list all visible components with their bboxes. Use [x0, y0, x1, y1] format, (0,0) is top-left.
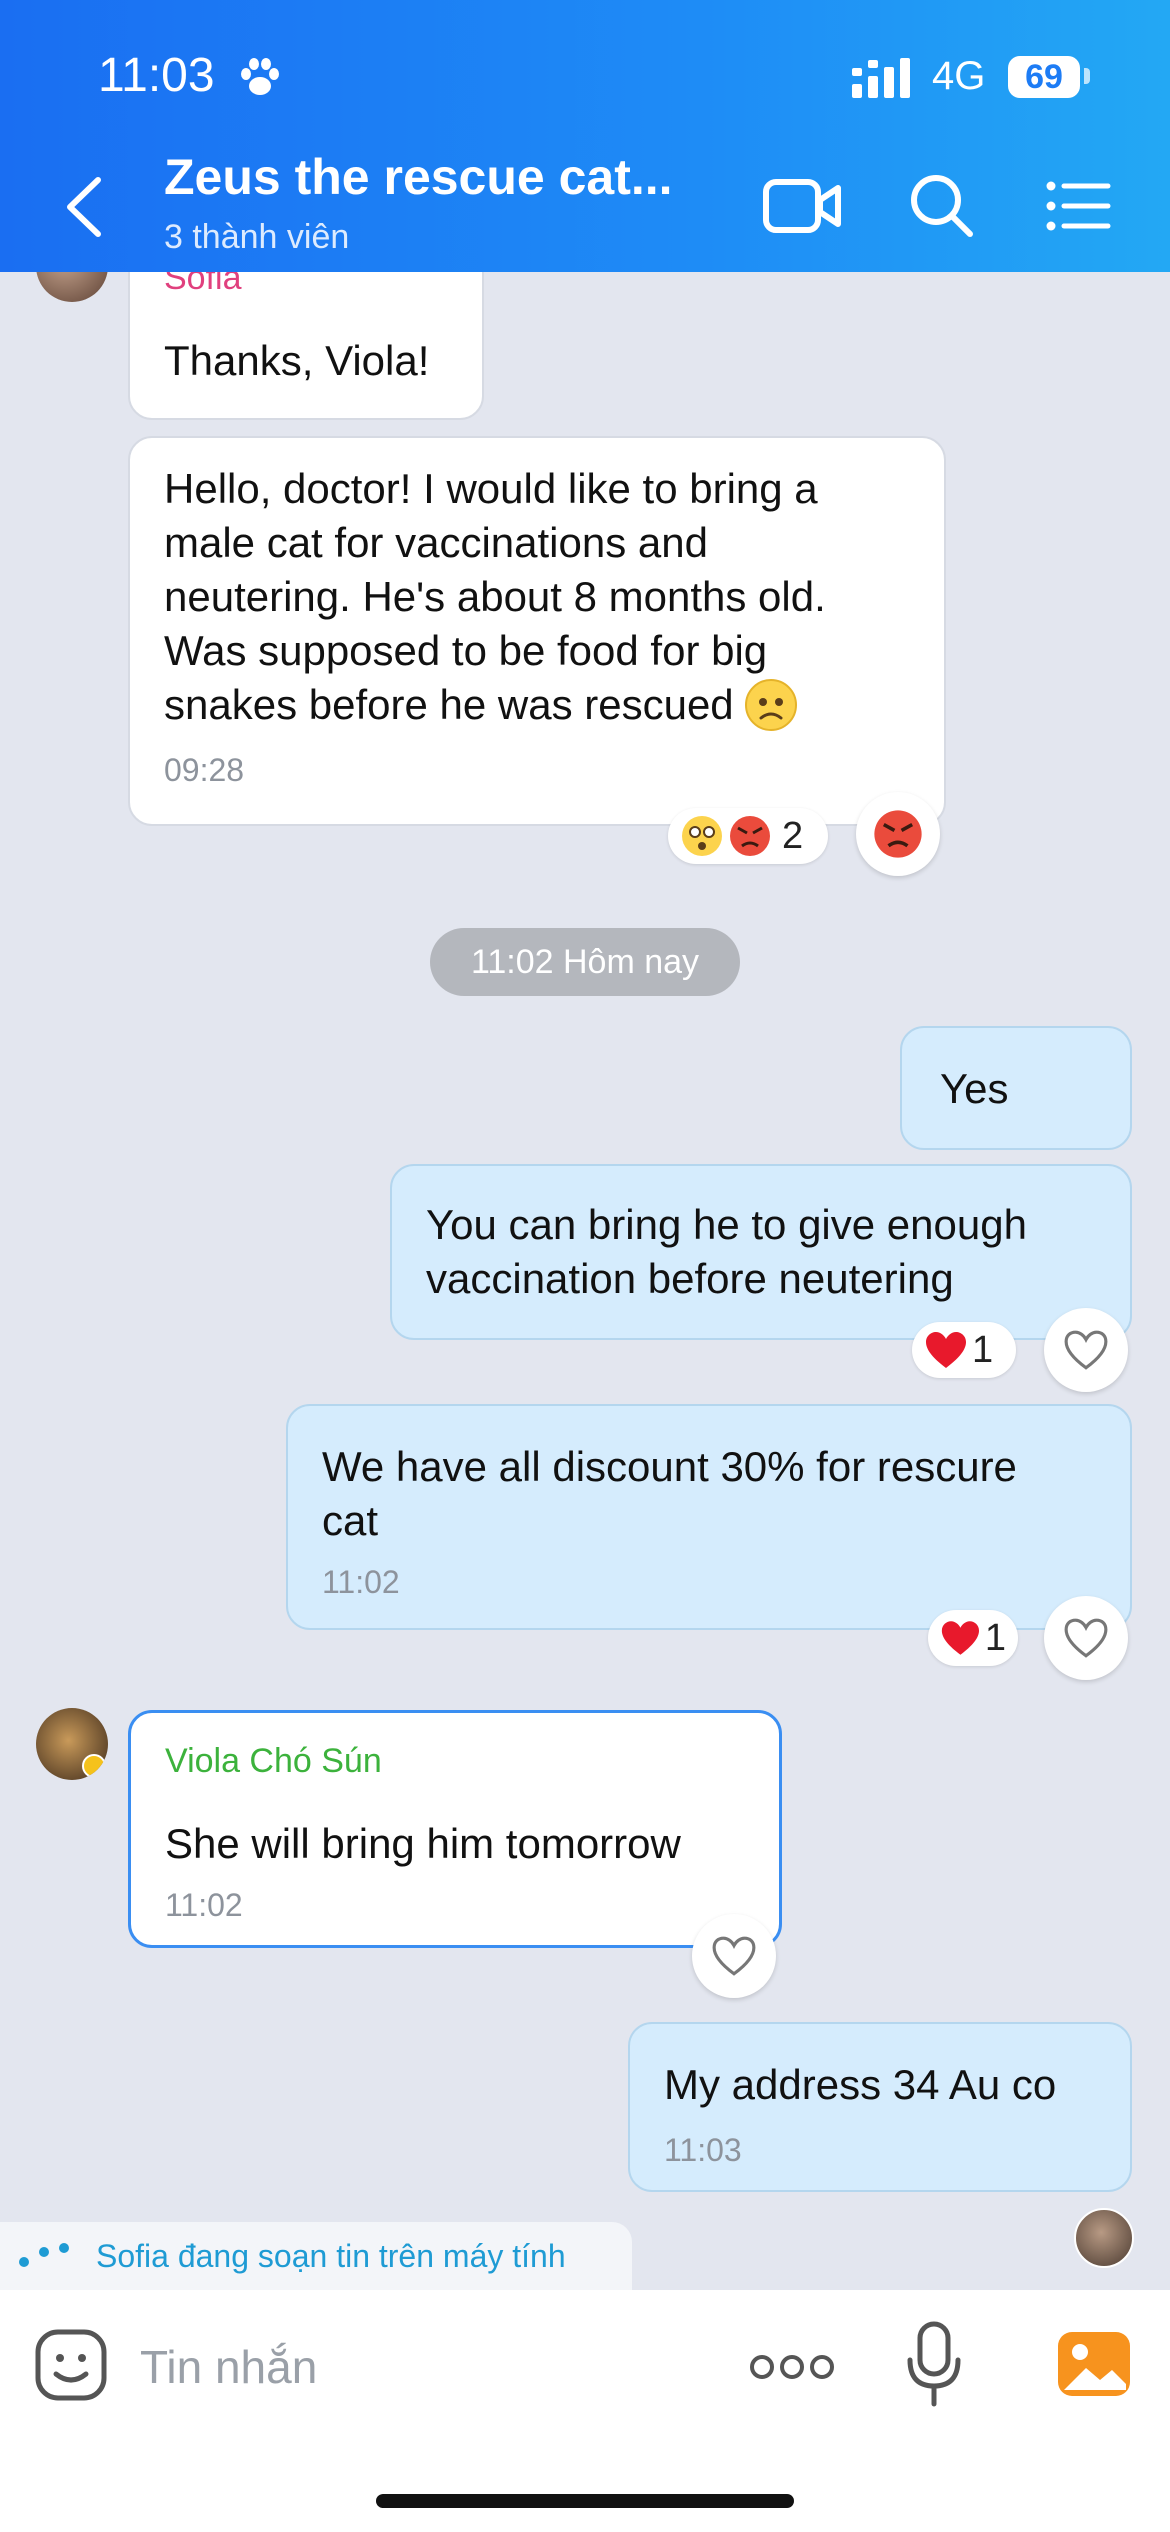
message-bubble-outgoing[interactable]: You can bring he to give enough vaccinat…: [390, 1164, 1132, 1340]
message-line-with-emoji: snakes before he was rescued: [164, 678, 910, 732]
sender-name: Viola Chó Sún: [165, 1742, 382, 1780]
message-time: 09:28: [164, 752, 245, 788]
avatar-viola[interactable]: [36, 1708, 108, 1780]
message-text: She will bring him tomorrow: [165, 1820, 681, 1867]
message-text: Yes: [940, 1065, 1009, 1112]
member-count[interactable]: 3 thành viên: [164, 218, 349, 257]
heart-outline-icon: [1064, 1618, 1108, 1658]
message-time: 11:02: [165, 1887, 243, 1923]
message-bubble-long[interactable]: Hello, doctor! I would like to bring a m…: [128, 436, 946, 826]
paw-icon: [241, 58, 279, 95]
seen-avatar: [1074, 2208, 1134, 2268]
message-bubble-outgoing[interactable]: My address 34 Au co 11:03: [628, 2022, 1132, 2192]
message-line: Hello, doctor! I would like to bring a: [164, 465, 818, 512]
message-line: You can bring he to give enough: [426, 1201, 1027, 1248]
angry-face-emoji-icon: [730, 816, 770, 856]
message-text: My address 34 Au co: [664, 2061, 1057, 2108]
date-separator: 11:02 Hôm nay: [430, 928, 740, 996]
like-button[interactable]: [1044, 1596, 1128, 1680]
message-input[interactable]: [140, 2332, 580, 2402]
more-options-icon[interactable]: [750, 2352, 834, 2382]
worried-face-emoji-icon: [744, 679, 797, 731]
chat-header: 11:03 4G 69 Zeus the rescue cat... 3 thà…: [0, 0, 1170, 272]
like-button[interactable]: [692, 1914, 776, 1998]
message-time: 11:02: [322, 1564, 400, 1600]
typing-dots-icon: [19, 2243, 69, 2267]
heart-icon: [941, 1621, 980, 1655]
message-line: Was supposed to be food for big: [164, 627, 768, 674]
message-line: male cat for vaccinations and: [164, 519, 708, 566]
reaction-count: 1: [984, 1616, 1006, 1659]
chat-title[interactable]: Zeus the rescue cat...: [164, 148, 673, 206]
message-input-bar: [0, 2290, 1170, 2532]
status-time: 11:03: [98, 49, 215, 102]
flushed-face-emoji-icon: [682, 816, 722, 856]
battery-indicator: 69: [1008, 56, 1080, 98]
react-button[interactable]: [856, 792, 940, 876]
message-line: cat: [322, 1497, 379, 1544]
angry-face-emoji-icon: [874, 810, 922, 858]
search-icon[interactable]: [908, 172, 974, 238]
message-text: Thanks, Viola!: [164, 337, 430, 384]
reaction-summary[interactable]: 1: [928, 1610, 1018, 1666]
message-bubble-viola[interactable]: Viola Chó Sún She will bring him tomorro…: [128, 1710, 782, 1948]
message-bubble-outgoing[interactable]: We have all discount 30% for rescure cat…: [286, 1404, 1132, 1630]
signal-icon: [852, 58, 910, 98]
home-indicator: [376, 2494, 794, 2508]
battery-tip: [1084, 68, 1090, 84]
back-icon[interactable]: [58, 176, 114, 238]
heart-icon: [926, 1332, 966, 1368]
message-line: snakes before he was rescued: [164, 681, 734, 728]
microphone-icon[interactable]: [904, 2320, 964, 2408]
message-line: vaccination before neutering: [426, 1255, 954, 1302]
menu-icon[interactable]: [1046, 180, 1112, 232]
message-bubble-outgoing[interactable]: Yes: [900, 1026, 1132, 1150]
typing-indicator: Sofia đang soạn tin trên máy tính: [0, 2222, 632, 2292]
gallery-icon[interactable]: [1056, 2330, 1132, 2398]
reaction-summary[interactable]: 2: [668, 808, 828, 864]
heart-outline-icon: [712, 1936, 756, 1976]
message-time: 11:03: [664, 2132, 742, 2168]
like-button[interactable]: [1044, 1308, 1128, 1392]
reaction-count: 2: [782, 814, 804, 857]
heart-outline-icon: [1064, 1330, 1108, 1370]
reaction-summary[interactable]: 1: [912, 1322, 1016, 1378]
chat-screen: 11:03 4G 69 Zeus the rescue cat... 3 thà…: [0, 0, 1170, 2532]
key-badge-icon: [82, 1754, 106, 1778]
message-line: neutering. He's about 8 months old.: [164, 573, 826, 620]
reaction-count: 1: [972, 1328, 994, 1371]
video-call-icon[interactable]: [762, 176, 842, 236]
typing-text: Sofia đang soạn tin trên máy tính: [96, 2238, 566, 2274]
network-label: 4G: [932, 54, 986, 98]
sticker-icon[interactable]: [34, 2328, 108, 2402]
message-line: We have all discount 30% for rescure: [322, 1443, 1017, 1490]
